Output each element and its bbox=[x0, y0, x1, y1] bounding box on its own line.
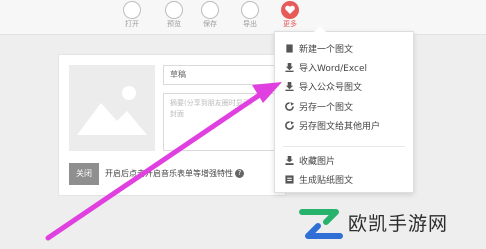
site-watermark: 欧凯手游网 bbox=[290, 200, 486, 249]
watermark-text: 欧凯手游网 bbox=[348, 213, 449, 235]
watermark-logo-icon bbox=[299, 209, 343, 239]
